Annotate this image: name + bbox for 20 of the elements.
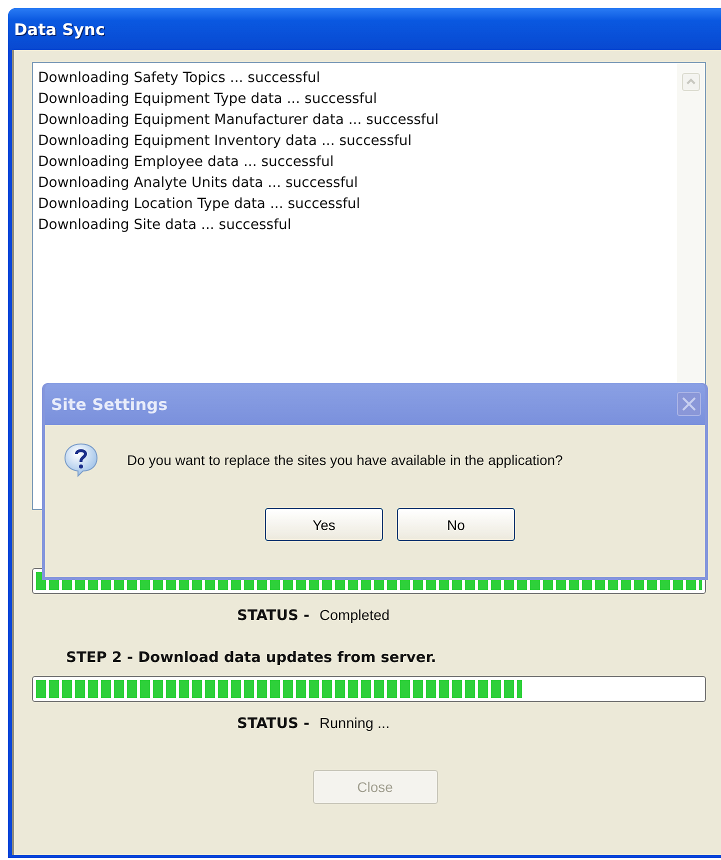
status-value: Running ... [319,716,390,732]
status-label: STATUS - [237,716,310,732]
log-line: Downloading Equipment Manufacturer data ... successful [38,111,440,130]
question-icon [63,442,99,478]
log-line: Downloading Equipment Type data ... successful [38,90,378,109]
log-line: Downloading Location Type data ... successful [38,195,362,214]
log-line: Downloading Employee data ... successful [38,153,335,172]
log-line: Downloading Equipment Inventory data ... successful [38,132,413,151]
log-line: Downloading Site data ... successful [38,216,292,235]
status-label: STATUS - [237,608,310,624]
dialog-title: Site Settings [51,394,168,414]
dialog-message: Do you want to replace the sites you have available in the application? [127,452,563,468]
dialog-button[interactable]: Yes [265,508,383,541]
step-label: STEP 2 - Download data updates from server. [66,650,438,666]
close-icon[interactable] [677,392,701,416]
log-line: Downloading Analyte Units data ... successful [38,174,359,193]
log-line: Downloading Safety Topics ... successful [38,69,322,88]
dialog-button[interactable]: No [397,508,515,541]
window-title: Data Sync [14,20,105,38]
status-value: Completed [319,608,390,624]
